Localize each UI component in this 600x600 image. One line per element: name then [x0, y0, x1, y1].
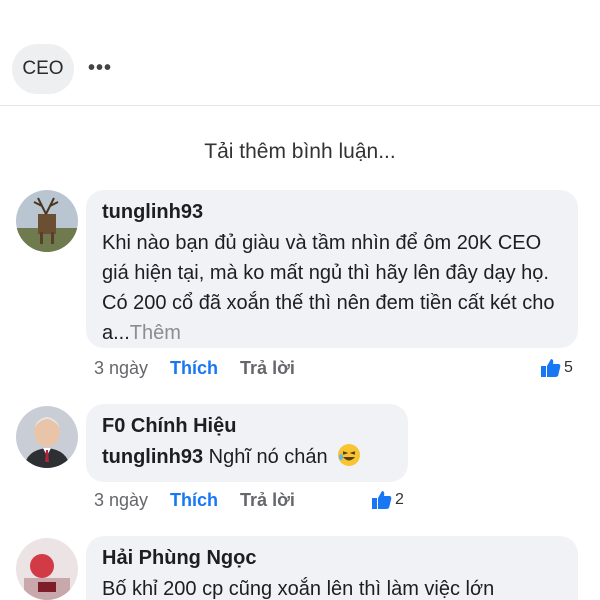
- comment-text: Bố khỉ 200 cp cũng xoắn lên thì làm việc…: [102, 578, 495, 600]
- comment-bubble: F0 Chính Hiệu tunglinh93 Nghĩ nó chán: [86, 404, 408, 482]
- comment-actions: 3 ngày Thích Trả lời: [94, 490, 317, 511]
- thumbs-up-icon: [541, 359, 561, 377]
- tag-chip-ceo[interactable]: CEO: [12, 44, 74, 94]
- more-options-icon[interactable]: •••: [84, 52, 116, 84]
- reaction-count[interactable]: 2: [372, 491, 404, 509]
- like-count: 2: [395, 491, 404, 508]
- top-bar: CEO •••: [0, 0, 600, 106]
- load-more-comments-link[interactable]: Tải thêm bình luận...: [0, 140, 600, 164]
- comment-time: 3 ngày: [94, 490, 149, 510]
- mention-link[interactable]: tunglinh93: [102, 446, 203, 468]
- avatar-portrait-image: [16, 406, 78, 468]
- avatar[interactable]: [16, 406, 78, 468]
- comment-text: tunglinh93 Nghĩ nó chán: [102, 442, 392, 472]
- avatar[interactable]: [16, 190, 78, 252]
- comment-time: 3 ngày: [94, 358, 149, 378]
- like-count: 5: [564, 359, 573, 376]
- avatar[interactable]: [16, 538, 78, 600]
- tag-chip-label: CEO: [22, 58, 64, 79]
- comment-bubble: Hải Phùng Ngọc Bố khỉ 200 cp cũng xoắn l…: [86, 536, 578, 600]
- like-button[interactable]: Thích: [170, 490, 218, 511]
- comment-text: Khi nào bạn đủ giàu và tầm nhìn để ôm 20…: [102, 228, 562, 348]
- comment-author[interactable]: tunglinh93: [102, 200, 562, 224]
- reply-button[interactable]: Trả lời: [240, 358, 295, 379]
- comment-bubble: tunglinh93 Khi nào bạn đủ giàu và tầm nh…: [86, 190, 578, 348]
- avatar-deer-image: [16, 190, 78, 252]
- comment-body: Nghĩ nó chán: [208, 446, 328, 468]
- comment-author[interactable]: F0 Chính Hiệu: [102, 414, 392, 438]
- see-more-link[interactable]: Thêm: [130, 322, 181, 344]
- reaction-count[interactable]: 5: [541, 359, 573, 377]
- comment-actions: 3 ngày Thích Trả lời: [94, 358, 317, 379]
- comment-author[interactable]: Hải Phùng Ngọc: [102, 546, 562, 570]
- like-button[interactable]: Thích: [170, 358, 218, 379]
- laughing-emoji-icon: [338, 444, 361, 466]
- thumbs-up-icon: [372, 491, 392, 509]
- reply-button[interactable]: Trả lời: [240, 490, 295, 511]
- avatar-photo-image: [16, 538, 78, 600]
